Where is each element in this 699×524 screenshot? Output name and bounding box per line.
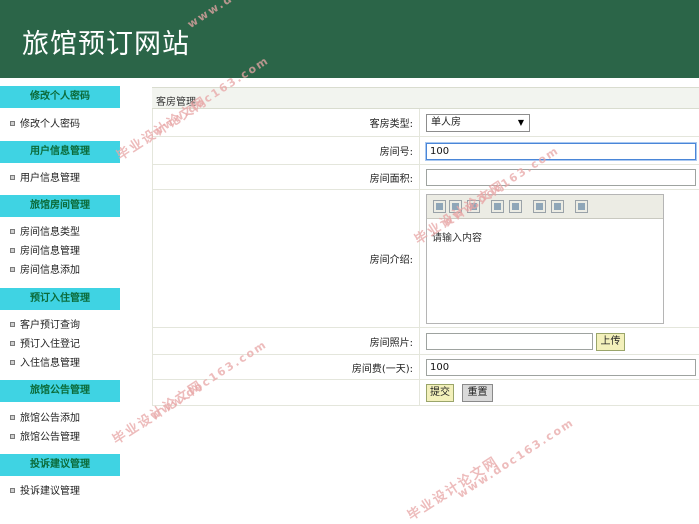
upload-button[interactable]: 上传	[596, 333, 625, 351]
sidebar-item-room-types[interactable]: 房间信息类型	[10, 225, 80, 241]
room-fee-input[interactable]: 100	[426, 359, 696, 376]
underline-icon[interactable]	[467, 200, 480, 213]
sidebar-item-label: 入住信息管理	[20, 358, 80, 369]
sidebar-section-rooms[interactable]: 旅馆房间管理	[0, 195, 120, 217]
sidebar-section-users[interactable]: 用户信息管理	[0, 141, 120, 163]
sidebar-section-booking[interactable]: 预订入住管理	[0, 288, 120, 310]
form-row-room-number: 房间号: 100	[152, 137, 699, 165]
link-icon[interactable]	[533, 200, 546, 213]
room-type-value: 单人房	[431, 117, 461, 128]
room-photo-label: 房间照片:	[152, 328, 420, 354]
form-row-room-area: 房间面积:	[152, 165, 699, 190]
sidebar-section-notices[interactable]: 旅馆公告管理	[0, 380, 120, 402]
sidebar-item-label: 修改个人密码	[20, 119, 80, 130]
reset-button[interactable]: 重置	[462, 384, 493, 402]
rich-text-editor[interactable]: 请输入内容	[426, 194, 664, 324]
sidebar-item-checkin-manage[interactable]: 入住信息管理	[10, 356, 80, 372]
room-number-input[interactable]: 100	[426, 143, 696, 160]
sidebar-item-label: 用户信息管理	[20, 173, 80, 184]
room-area-label: 房间面积:	[152, 165, 420, 189]
page-title: 客房管理	[156, 97, 196, 108]
sidebar-item-notice-manage[interactable]: 旅馆公告管理	[10, 430, 80, 446]
room-type-select[interactable]: 单人房 ▼	[426, 114, 530, 132]
bullet-icon	[10, 487, 15, 493]
actions-label-cell	[152, 380, 420, 405]
sidebar-item-label: 旅馆公告添加	[20, 413, 80, 424]
bullet-icon	[10, 228, 15, 234]
sidebar-item-label: 客户预订查询	[20, 320, 80, 331]
sidebar-item-label: 投诉建议管理	[20, 486, 80, 497]
italic-icon[interactable]	[449, 200, 462, 213]
sidebar-item-user-info[interactable]: 用户信息管理	[10, 171, 80, 187]
form-row-actions: 提交 重置	[152, 380, 699, 406]
sidebar-item-checkin-register[interactable]: 预订入住登记	[10, 337, 80, 353]
sidebar-item-label: 预订入住登记	[20, 339, 80, 350]
room-type-label: 客房类型:	[152, 109, 420, 136]
bullet-icon	[10, 247, 15, 253]
sidebar-item-room-add[interactable]: 房间信息添加	[10, 263, 80, 279]
bullet-icon	[10, 120, 15, 126]
sidebar-item-complaints[interactable]: 投诉建议管理	[10, 484, 80, 500]
table-icon[interactable]	[575, 200, 588, 213]
sidebar-item-booking-query[interactable]: 客户预订查询	[10, 318, 80, 334]
bullet-icon	[10, 433, 15, 439]
bullet-icon	[10, 359, 15, 365]
panel-header: 客房管理	[152, 87, 699, 109]
form-row-room-intro: 房间介绍: 请输入内容	[152, 190, 699, 328]
chevron-down-icon: ▼	[517, 118, 524, 127]
bullet-icon	[10, 266, 15, 272]
room-intro-label: 房间介绍:	[152, 190, 420, 327]
form-row-room-fee: 房间费(一天): 100	[152, 355, 699, 380]
room-number-label: 房间号:	[152, 137, 420, 164]
watermark-site: www.doc163.com	[455, 415, 577, 501]
form-row-room-photo: 房间照片: 上传	[152, 328, 699, 355]
sidebar: 修改个人密码 修改个人密码 用户信息管理 用户信息管理 旅馆房间管理 房间信息类…	[0, 78, 152, 511]
header-banner: 旅馆预订网站	[0, 0, 699, 78]
bullet-icon	[10, 174, 15, 180]
room-area-input[interactable]	[426, 169, 696, 186]
main-panel: 客房管理 客房类型: 单人房 ▼ 房间号: 100 房间面积: 房间介绍: 请输…	[152, 87, 699, 407]
submit-button[interactable]: 提交	[426, 384, 454, 402]
bold-icon[interactable]	[433, 200, 446, 213]
bullet-icon	[10, 414, 15, 420]
form-row-room-type: 客房类型: 单人房 ▼	[152, 109, 699, 137]
bullet-icon	[10, 321, 15, 327]
sidebar-item-change-password[interactable]: 修改个人密码	[10, 117, 80, 133]
sidebar-item-label: 旅馆公告管理	[20, 432, 80, 443]
image-icon[interactable]	[551, 200, 564, 213]
sidebar-item-room-manage[interactable]: 房间信息管理	[10, 244, 80, 260]
sidebar-item-label: 房间信息添加	[20, 265, 80, 276]
sidebar-item-label: 房间信息类型	[20, 227, 80, 238]
room-photo-input[interactable]	[426, 333, 593, 350]
editor-placeholder: 请输入内容	[432, 233, 482, 244]
room-fee-label: 房间费(一天):	[152, 355, 420, 379]
site-title: 旅馆预订网站	[22, 29, 190, 60]
sidebar-section-password[interactable]: 修改个人密码	[0, 86, 120, 108]
align-left-icon[interactable]	[491, 200, 504, 213]
sidebar-item-label: 房间信息管理	[20, 246, 80, 257]
editor-toolbar	[427, 195, 663, 219]
sidebar-section-complaints[interactable]: 投诉建议管理	[0, 454, 120, 476]
align-center-icon[interactable]	[509, 200, 522, 213]
sidebar-item-notice-add[interactable]: 旅馆公告添加	[10, 411, 80, 427]
watermark-name: 毕业设计论文网	[405, 454, 502, 524]
bullet-icon	[10, 340, 15, 346]
